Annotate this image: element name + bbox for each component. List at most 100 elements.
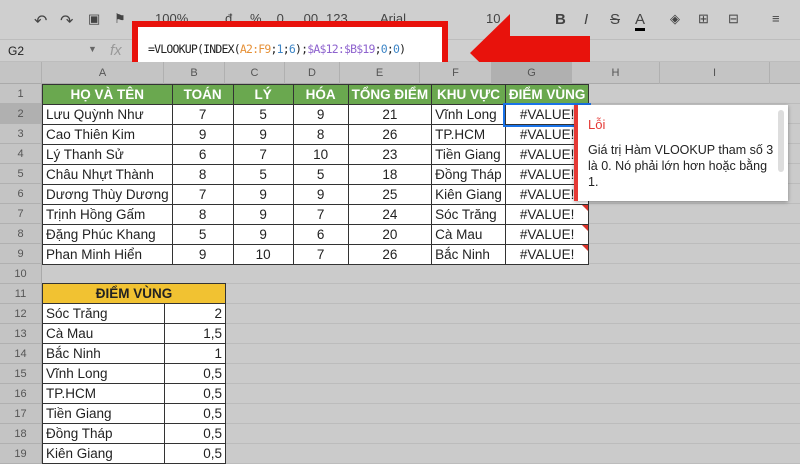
table-cell[interactable]: 10 <box>292 144 349 165</box>
table-cell[interactable]: Châu Nhựt Thành <box>42 164 173 185</box>
table-cell[interactable]: #VALUE! <box>504 204 590 225</box>
table-cell[interactable]: 10 <box>232 244 294 265</box>
row-header-19[interactable]: 19 <box>0 444 42 464</box>
table-cell[interactable]: 0,5 <box>164 403 226 424</box>
row-header-10[interactable]: 10 <box>0 264 42 284</box>
table-cell[interactable]: TP.HCM <box>431 124 506 145</box>
redo-icon[interactable]: ↷ <box>60 11 73 31</box>
merge-cells-icon[interactable]: ⊟ <box>728 11 739 27</box>
table-cell[interactable]: 0,5 <box>164 423 226 444</box>
table-cell[interactable]: Kiên Giang <box>42 443 165 464</box>
fill-color-icon[interactable]: ◈ <box>670 11 680 27</box>
name-box-dropdown-icon[interactable]: ▼ <box>88 44 97 54</box>
column-heading[interactable]: TỔNG ĐIỂM <box>347 84 433 105</box>
table-cell[interactable]: 5 <box>232 164 294 185</box>
row-header-5[interactable]: 5 <box>0 164 42 184</box>
column-heading[interactable]: HỌ VÀ TÊN <box>42 84 173 105</box>
table-cell[interactable]: 9 <box>232 124 294 145</box>
table-cell[interactable]: Phan Minh Hiển <box>42 244 173 265</box>
table-cell[interactable]: 0,5 <box>164 383 226 404</box>
table-cell[interactable]: 7 <box>232 144 294 165</box>
row-header-8[interactable]: 8 <box>0 224 42 244</box>
row-header-12[interactable]: 12 <box>0 304 42 324</box>
table-cell[interactable]: Tiền Giang <box>431 144 506 165</box>
table-cell[interactable]: #VALUE! <box>504 224 590 245</box>
table-cell[interactable]: Cà Mau <box>42 323 165 344</box>
cell-reference[interactable]: G2 <box>8 44 24 58</box>
table-cell[interactable]: 6 <box>292 224 349 245</box>
table-cell[interactable]: 8 <box>171 164 234 185</box>
table-cell[interactable]: Tiền Giang <box>42 403 165 424</box>
table-cell[interactable]: 9 <box>292 104 349 125</box>
table-cell[interactable]: 0,5 <box>164 443 226 464</box>
column-header-C[interactable]: C <box>225 62 285 84</box>
row-header-9[interactable]: 9 <box>0 244 42 264</box>
table-cell[interactable]: 24 <box>347 204 433 225</box>
table-cell[interactable]: Cao Thiên Kim <box>42 124 173 145</box>
column-header-A[interactable]: A <box>42 62 164 84</box>
lookup-heading[interactable]: ĐIỂM VÙNG <box>42 283 226 304</box>
table-cell[interactable]: 7 <box>171 184 234 205</box>
table-cell[interactable]: Kiên Giang <box>431 184 506 205</box>
row-header-2[interactable]: 2 <box>0 104 42 124</box>
select-all-corner[interactable] <box>0 62 42 84</box>
column-header-E[interactable]: E <box>340 62 420 84</box>
table-cell[interactable]: Sóc Trăng <box>431 204 506 225</box>
row-header-4[interactable]: 4 <box>0 144 42 164</box>
row-header-17[interactable]: 17 <box>0 404 42 424</box>
table-cell[interactable]: Cà Mau <box>431 224 506 245</box>
table-cell[interactable]: Bắc Ninh <box>42 343 165 364</box>
table-cell[interactable]: 7 <box>292 244 349 265</box>
table-cell[interactable]: Bắc Ninh <box>431 244 506 265</box>
row-header-14[interactable]: 14 <box>0 344 42 364</box>
table-cell[interactable]: 7 <box>292 204 349 225</box>
column-header-H[interactable]: H <box>572 62 660 84</box>
table-cell[interactable]: 8 <box>292 124 349 145</box>
column-heading[interactable]: ĐIỂM VÙNG <box>504 84 590 105</box>
table-cell[interactable]: 9 <box>292 184 349 205</box>
table-cell[interactable]: 1,5 <box>164 323 226 344</box>
align-icon[interactable]: ≡ <box>772 11 780 26</box>
table-cell[interactable]: 5 <box>292 164 349 185</box>
table-cell[interactable]: Dương Thùy Dương <box>42 184 173 205</box>
column-header-F[interactable]: F <box>420 62 492 84</box>
strikethrough-button[interactable]: S <box>610 11 620 28</box>
table-cell[interactable]: Sóc Trăng <box>42 303 165 324</box>
table-cell[interactable]: 23 <box>347 144 433 165</box>
row-header-1[interactable]: 1 <box>0 84 42 104</box>
table-cell[interactable]: 1 <box>164 343 226 364</box>
column-heading[interactable]: KHU VỰC <box>431 84 506 105</box>
column-header-G[interactable]: G <box>492 62 572 84</box>
table-cell[interactable]: #VALUE! <box>504 244 590 265</box>
table-cell[interactable]: 25 <box>347 184 433 205</box>
row-header-13[interactable]: 13 <box>0 324 42 344</box>
table-cell[interactable]: 21 <box>347 104 433 125</box>
table-cell[interactable]: 9 <box>232 224 294 245</box>
undo-icon[interactable]: ↶ <box>34 11 47 31</box>
row-header-11[interactable]: 11 <box>0 284 42 304</box>
table-cell[interactable]: Đồng Tháp <box>431 164 506 185</box>
row-header-15[interactable]: 15 <box>0 364 42 384</box>
table-cell[interactable]: 9 <box>232 184 294 205</box>
column-heading[interactable]: TOÁN <box>171 84 234 105</box>
table-cell[interactable]: 5 <box>232 104 294 125</box>
table-cell[interactable]: 9 <box>171 244 234 265</box>
table-cell[interactable]: Trịnh Hồng Gấm <box>42 204 173 225</box>
row-header-7[interactable]: 7 <box>0 204 42 224</box>
column-header-B[interactable]: B <box>164 62 225 84</box>
table-cell[interactable]: 0,5 <box>164 363 226 384</box>
paint-format-icon[interactable]: ⚑ <box>114 11 126 27</box>
table-cell[interactable]: Vĩnh Long <box>431 104 506 125</box>
table-cell[interactable]: 18 <box>347 164 433 185</box>
column-header-D[interactable]: D <box>285 62 340 84</box>
table-cell[interactable]: Lưu Quỳnh Như <box>42 104 173 125</box>
table-cell[interactable]: TP.HCM <box>42 383 165 404</box>
table-cell[interactable]: 9 <box>232 204 294 225</box>
table-cell[interactable]: 26 <box>347 244 433 265</box>
table-cell[interactable]: 26 <box>347 124 433 145</box>
table-cell[interactable]: Lý Thanh Sử <box>42 144 173 165</box>
column-heading[interactable]: HÓA <box>292 84 349 105</box>
row-header-16[interactable]: 16 <box>0 384 42 404</box>
borders-icon[interactable]: ⊞ <box>698 11 709 27</box>
table-cell[interactable]: Vĩnh Long <box>42 363 165 384</box>
